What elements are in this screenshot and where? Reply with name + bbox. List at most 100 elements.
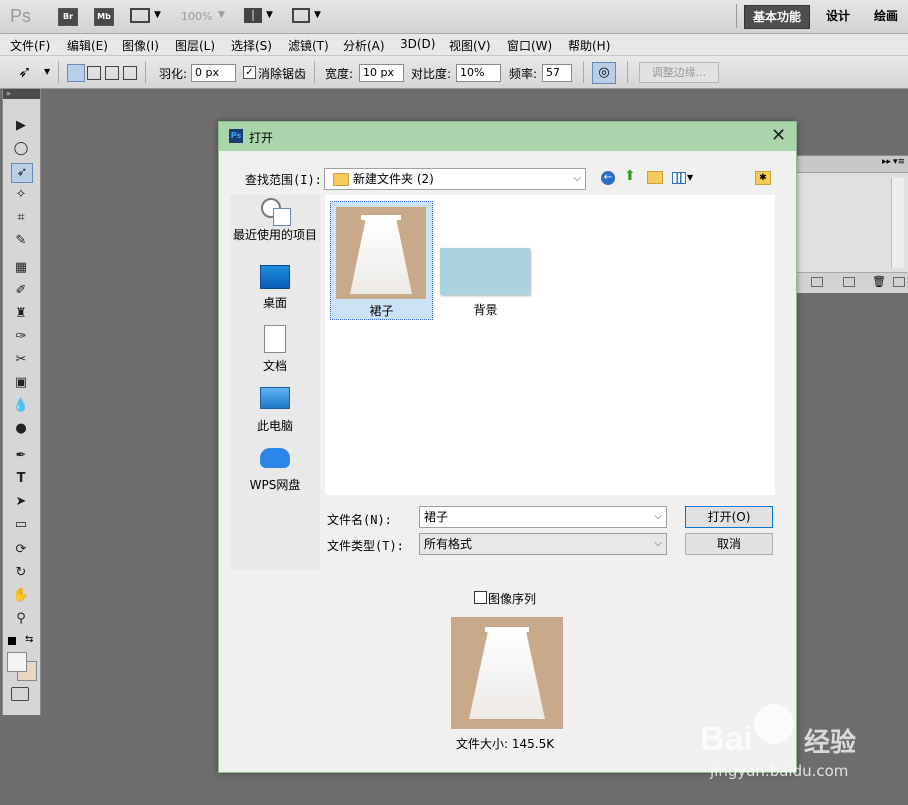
view-extras-icon[interactable] [130,8,150,23]
new-item-icon[interactable] [843,277,855,287]
view-chevron-icon[interactable]: ▼ [687,173,693,182]
screen-mode-chevron-icon[interactable]: ▼ [314,10,321,20]
image-sequence-checkbox[interactable] [474,591,487,604]
refine-edge-button[interactable]: 调整边缘... [639,62,719,83]
panel-menu-icon[interactable]: ▾≡ [893,157,905,167]
panel-collapse-icon[interactable]: ▸▸ [882,157,891,167]
filename-value[interactable]: 裙子 [424,507,448,527]
marquee-tool-icon[interactable]: ◯ [11,140,31,158]
workspace-design[interactable]: 设计 [818,5,858,27]
zoom-chevron-icon[interactable]: ▼ [218,10,225,20]
arrange-documents-icon[interactable] [244,8,262,23]
3d-rotate-tool-icon[interactable]: ⟳ [11,541,31,559]
menu-file[interactable]: 文件(F) [10,37,50,54]
menu-window[interactable]: 窗口(W) [507,37,552,54]
menu-3d[interactable]: 3D(D) [400,37,435,51]
file-name-background[interactable]: 背景 [438,301,533,318]
tool-preset-chevron-icon[interactable]: ▼ [44,67,50,76]
arrange-chevron-icon[interactable]: ▼ [266,10,273,20]
background-thumbnail[interactable] [440,248,530,295]
eyedropper-tool-icon[interactable]: ✎ [11,232,31,250]
filename-combo[interactable]: 裙子 ⌵ [419,506,667,528]
divider [314,61,315,83]
frequency-input[interactable]: 57 [542,64,572,82]
menu-layer[interactable]: 图层(L) [175,37,215,54]
history-brush-tool-icon[interactable]: ✑ [11,328,31,346]
magnetic-lasso-icon[interactable]: ➶ [18,62,31,81]
lasso-tool-icon[interactable]: ➶ [11,163,33,183]
width-input[interactable]: 10 px [359,64,404,82]
contrast-input[interactable]: 10% [456,64,501,82]
dodge-tool-icon[interactable]: ● [11,420,31,438]
shape-tool-icon[interactable]: ▭ [11,516,31,534]
3d-orbit-tool-icon[interactable]: ↻ [11,564,31,582]
new-folder-icon[interactable] [647,171,663,184]
crop-tool-icon[interactable]: ⌗ [11,209,31,227]
tablet-pressure-icon[interactable]: ◎ [592,62,616,84]
filetype-label: 文件类型(T): [327,539,404,553]
photoshop-logo: Ps [10,6,32,26]
panel-footer-extra-icon[interactable] [893,277,905,287]
gradient-tool-icon[interactable]: ▣ [11,374,31,392]
intersect-selection-icon[interactable] [123,66,137,80]
close-icon[interactable]: ✕ [771,125,786,146]
mini-bridge-button[interactable]: Mb [94,8,114,26]
zoom-level[interactable]: 100% [181,10,212,23]
pen-tool-icon[interactable]: ✒ [11,447,31,465]
view-menu-icon[interactable] [672,172,686,184]
eraser-tool-icon[interactable]: ✂ [11,351,31,369]
panel-footer-icon[interactable] [811,277,823,287]
place-this-pc[interactable]: 此电脑 [230,387,320,434]
filetype-combo[interactable]: 所有格式 ⌵ [419,533,667,555]
menu-analysis[interactable]: 分析(A) [343,37,385,54]
chevron-down-icon[interactable]: ⌵ [654,534,662,554]
path-selection-tool-icon[interactable]: ➤ [11,493,31,511]
tools-collapse-icon[interactable]: » [3,89,40,99]
menu-filter[interactable]: 滤镜(T) [288,37,329,54]
file-item-selected[interactable]: 裙子 [330,201,433,320]
swap-colors-icon[interactable]: ⇆ [25,634,33,645]
move-tool-icon[interactable]: ▶ [11,117,31,135]
place-wps-cloud[interactable]: WPS网盘 [230,448,320,493]
subtract-selection-icon[interactable] [105,66,119,80]
chevron-down-icon[interactable]: ⌵ [654,507,662,527]
back-icon[interactable]: ← [601,171,615,185]
default-colors-icon[interactable] [8,637,16,645]
workspace-essentials[interactable]: 基本功能 [744,5,811,29]
add-selection-icon[interactable] [87,66,101,80]
brush-tool-icon[interactable]: ✐ [11,282,31,300]
quick-mask-icon[interactable] [11,687,29,701]
antialias-checkbox[interactable]: ✓ [243,66,256,79]
lookin-combo[interactable]: 新建文件夹 (2) ⌵ [324,168,586,190]
cancel-button[interactable]: 取消 [685,533,773,555]
chevron-down-icon[interactable]: ▼ [154,10,161,20]
menu-view[interactable]: 视图(V) [449,37,491,54]
place-recent[interactable]: 最近使用的项目 [230,198,320,243]
type-tool-icon[interactable]: T [11,470,31,488]
quick-selection-tool-icon[interactable]: ✧ [11,186,31,204]
filename-label: 文件名(N): [327,513,392,527]
bridge-button[interactable]: Br [58,8,78,26]
folder-star-icon[interactable]: ✱ [755,171,771,185]
place-desktop[interactable]: 桌面 [230,265,320,311]
blur-tool-icon[interactable]: 💧 [11,397,31,415]
new-selection-icon[interactable] [67,64,85,82]
hand-tool-icon[interactable]: ✋ [11,587,31,605]
spot-healing-tool-icon[interactable]: ▦ [11,259,31,277]
menu-image[interactable]: 图像(I) [122,37,159,54]
feather-input[interactable]: 0 px [191,64,236,82]
up-folder-icon[interactable]: ⬆ [624,168,636,184]
screen-mode-icon[interactable] [292,8,310,23]
workspace-painting[interactable]: 绘画 [866,5,906,27]
clone-stamp-tool-icon[interactable]: ♜ [11,305,31,323]
chevron-down-icon: ⌵ [573,173,581,184]
menu-edit[interactable]: 编辑(E) [67,37,108,54]
place-documents[interactable]: 文档 [230,325,320,374]
panel-scrollbar[interactable] [891,178,904,268]
menu-select[interactable]: 选择(S) [231,37,272,54]
foreground-color-swatch[interactable] [7,652,27,672]
zoom-tool-icon[interactable]: ⚲ [11,610,31,628]
trash-icon[interactable]: 🗑 [872,275,886,288]
menu-help[interactable]: 帮助(H) [568,37,610,54]
open-button[interactable]: 打开(O) [685,506,773,528]
